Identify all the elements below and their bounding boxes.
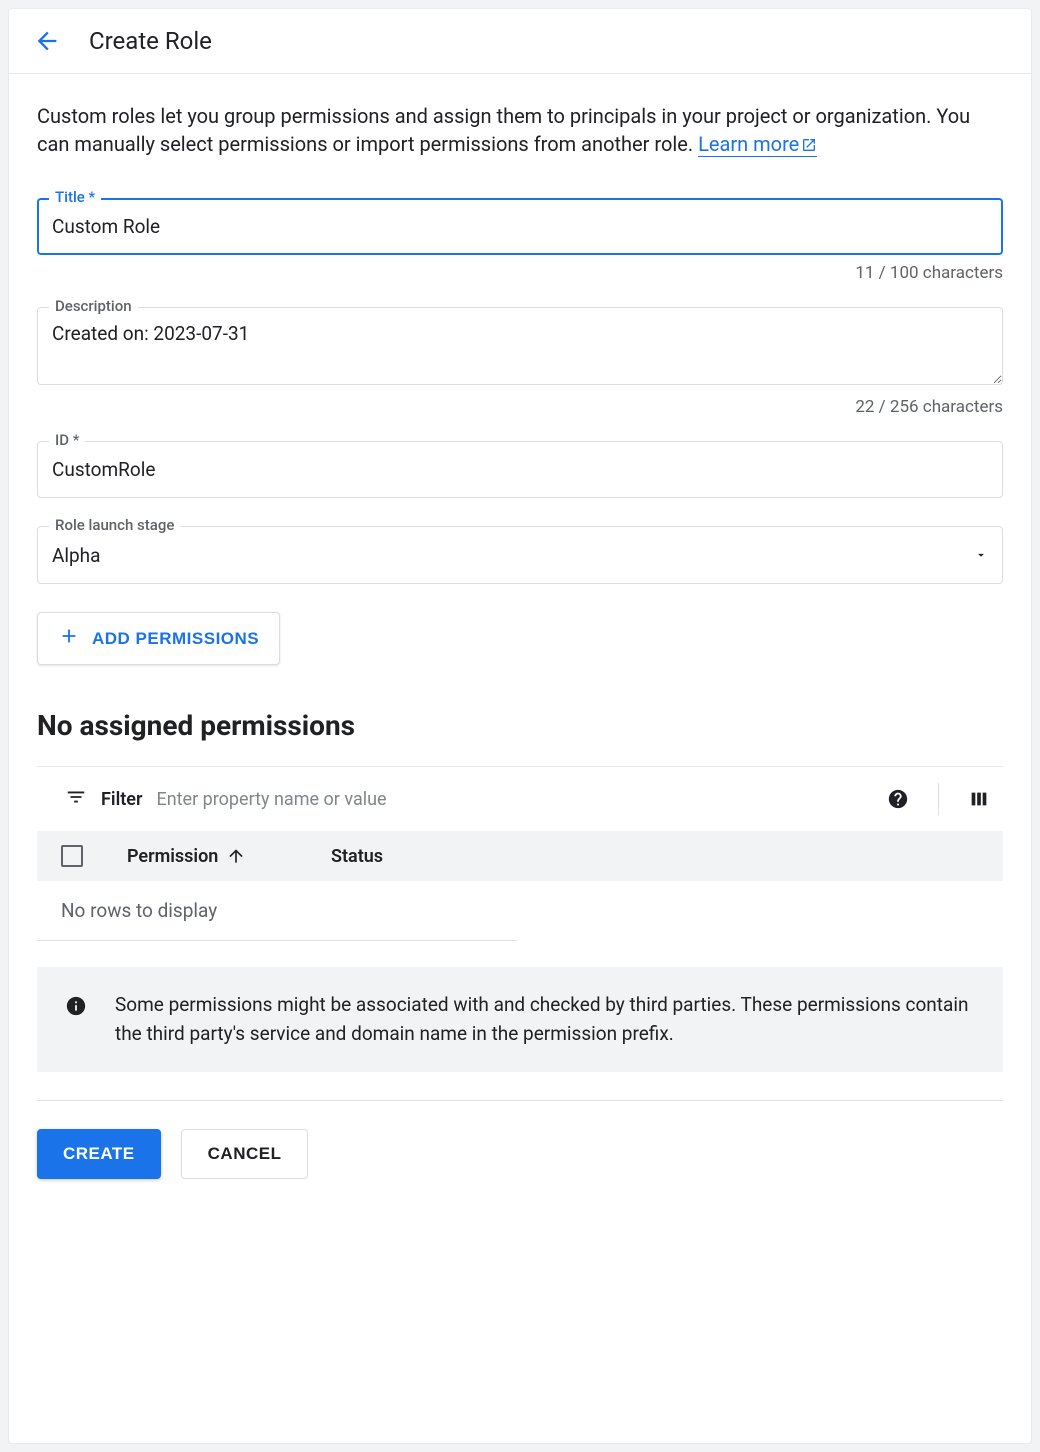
filter-icon xyxy=(65,786,87,812)
table-empty-row: No rows to display xyxy=(37,881,517,941)
stage-label: Role launch stage xyxy=(49,516,180,534)
description-char-count: 22 / 256 characters xyxy=(37,397,1003,417)
page-header: Create Role xyxy=(9,9,1031,74)
permissions-section-title: No assigned permissions xyxy=(37,709,1003,742)
stage-select[interactable]: Alpha xyxy=(37,526,1003,584)
filter-input[interactable]: Enter property name or value xyxy=(156,789,386,810)
page-title: Create Role xyxy=(89,27,212,55)
description-label: Description xyxy=(49,297,138,315)
id-label: ID * xyxy=(49,431,85,449)
help-icon[interactable] xyxy=(874,779,922,819)
filter-label: Filter xyxy=(101,789,142,810)
intro-body: Custom roles let you group permissions a… xyxy=(37,104,970,156)
learn-more-link[interactable]: Learn more xyxy=(698,132,817,157)
info-box: Some permissions might be associated wit… xyxy=(37,967,1003,1072)
action-row: CREATE CANCEL xyxy=(37,1100,1003,1179)
columns-icon[interactable] xyxy=(955,779,1003,819)
sort-asc-icon xyxy=(226,846,246,866)
plus-icon xyxy=(58,625,80,652)
stage-value: Alpha xyxy=(52,544,100,567)
back-arrow-icon[interactable] xyxy=(33,27,61,55)
title-char-count: 11 / 100 characters xyxy=(37,263,1003,283)
chevron-down-icon xyxy=(974,544,988,567)
add-permissions-label: ADD PERMISSIONS xyxy=(92,629,259,649)
title-field: Title * xyxy=(37,198,1003,255)
cancel-button[interactable]: CANCEL xyxy=(181,1129,309,1179)
id-input[interactable] xyxy=(37,441,1003,498)
create-button[interactable]: CREATE xyxy=(37,1129,161,1179)
select-all-checkbox[interactable] xyxy=(61,845,83,867)
table-header: Permission Status xyxy=(37,831,1003,881)
id-field: ID * xyxy=(37,441,1003,498)
description-field: Description xyxy=(37,307,1003,389)
info-icon xyxy=(65,995,87,1021)
info-text: Some permissions might be associated wit… xyxy=(115,991,975,1048)
title-label: Title * xyxy=(49,188,101,206)
add-permissions-button[interactable]: ADD PERMISSIONS xyxy=(37,612,280,665)
intro-text: Custom roles let you group permissions a… xyxy=(37,102,1003,158)
col-permission[interactable]: Permission xyxy=(127,846,287,867)
divider xyxy=(938,783,939,815)
col-status: Status xyxy=(331,846,383,867)
description-input[interactable] xyxy=(37,307,1003,385)
stage-field: Role launch stage Alpha xyxy=(37,526,1003,584)
title-input[interactable] xyxy=(37,198,1003,255)
filter-bar: Filter Enter property name or value xyxy=(37,766,1003,831)
